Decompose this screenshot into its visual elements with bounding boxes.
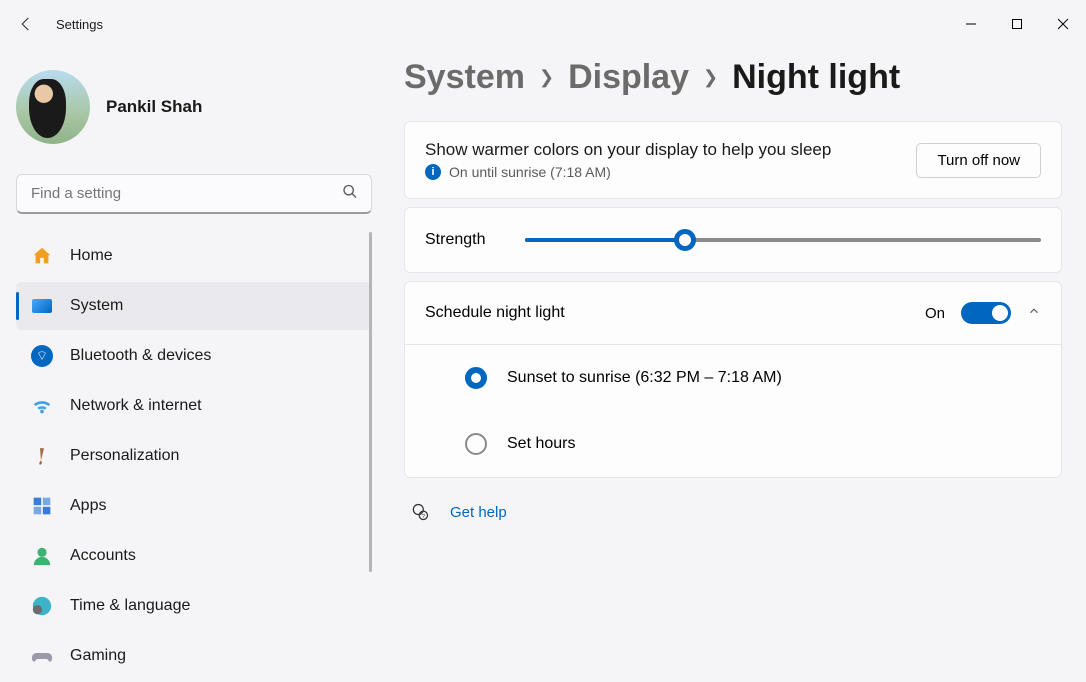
maximize-button[interactable] bbox=[994, 8, 1040, 40]
window-title: Settings bbox=[56, 17, 103, 32]
sidebar-item-apps[interactable]: Apps bbox=[16, 482, 372, 530]
sidebar-item-personalization[interactable]: Personalization bbox=[16, 432, 372, 480]
sidebar-item-label: Time & language bbox=[70, 597, 190, 615]
nav: Home System ⌔ Bluetooth & devices Networ… bbox=[16, 232, 372, 682]
radio-label: Set hours bbox=[507, 435, 575, 453]
profile-name: Pankil Shah bbox=[106, 97, 202, 117]
minimize-button[interactable] bbox=[948, 8, 994, 40]
strength-label: Strength bbox=[425, 231, 485, 249]
breadcrumb: System ❯ Display ❯ Night light bbox=[404, 58, 1062, 97]
schedule-label: Schedule night light bbox=[425, 304, 925, 322]
sidebar-item-accounts[interactable]: Accounts bbox=[16, 532, 372, 580]
back-button[interactable] bbox=[14, 12, 38, 36]
radio-icon bbox=[465, 367, 487, 389]
toggle-state-text: On bbox=[925, 305, 945, 322]
sidebar-item-gaming[interactable]: Gaming bbox=[16, 632, 372, 680]
sidebar-item-home[interactable]: Home bbox=[16, 232, 372, 280]
bluetooth-icon: ⌔ bbox=[28, 342, 56, 370]
gamepad-icon bbox=[28, 642, 56, 670]
sidebar-item-label: Network & internet bbox=[70, 397, 202, 415]
sidebar-item-label: Apps bbox=[70, 497, 106, 515]
search-box bbox=[16, 174, 372, 214]
search-icon bbox=[342, 184, 358, 205]
sidebar-item-label: Accounts bbox=[70, 547, 136, 565]
home-icon bbox=[28, 242, 56, 270]
info-title: Show warmer colors on your display to he… bbox=[425, 140, 916, 160]
apps-icon bbox=[28, 492, 56, 520]
sidebar-item-bluetooth[interactable]: ⌔ Bluetooth & devices bbox=[16, 332, 372, 380]
sidebar-item-time-language[interactable]: Time & language bbox=[16, 582, 372, 630]
search-input[interactable] bbox=[16, 174, 372, 214]
system-icon bbox=[28, 292, 56, 320]
chevron-up-icon[interactable] bbox=[1027, 304, 1041, 323]
help-row: ? Get help bbox=[404, 502, 1062, 522]
window-controls bbox=[948, 8, 1086, 40]
sidebar-item-network[interactable]: Network & internet bbox=[16, 382, 372, 430]
breadcrumb-display[interactable]: Display bbox=[568, 58, 689, 97]
strength-card: Strength bbox=[404, 207, 1062, 273]
breadcrumb-current: Night light bbox=[732, 58, 900, 97]
radio-sunset-sunrise[interactable]: Sunset to sunrise (6:32 PM – 7:18 AM) bbox=[405, 345, 1061, 411]
main-content: System ❯ Display ❯ Night light Show warm… bbox=[380, 48, 1086, 682]
info-icon: i bbox=[425, 164, 441, 180]
sidebar-item-label: Bluetooth & devices bbox=[70, 347, 211, 365]
info-card: Show warmer colors on your display to he… bbox=[404, 121, 1062, 199]
strength-slider[interactable] bbox=[525, 230, 1041, 250]
info-subtitle: On until sunrise (7:18 AM) bbox=[449, 164, 611, 180]
wifi-icon bbox=[28, 392, 56, 420]
radio-icon bbox=[465, 433, 487, 455]
sidebar-item-system[interactable]: System bbox=[16, 282, 372, 330]
profile-block[interactable]: Pankil Shah bbox=[16, 64, 372, 156]
sidebar: Pankil Shah Home System ⌔ Bluetooth & de… bbox=[0, 48, 380, 682]
chevron-right-icon: ❯ bbox=[539, 67, 554, 88]
titlebar: Settings bbox=[0, 0, 1086, 48]
radio-label: Sunset to sunrise (6:32 PM – 7:18 AM) bbox=[507, 369, 782, 387]
radio-set-hours[interactable]: Set hours bbox=[405, 411, 1061, 477]
sidebar-item-label: Home bbox=[70, 247, 113, 265]
account-icon bbox=[28, 542, 56, 570]
brush-icon bbox=[22, 436, 61, 475]
sidebar-item-label: System bbox=[70, 297, 123, 315]
sidebar-item-label: Gaming bbox=[70, 647, 126, 665]
breadcrumb-system[interactable]: System bbox=[404, 58, 525, 97]
turn-off-button[interactable]: Turn off now bbox=[916, 143, 1041, 178]
avatar bbox=[16, 70, 90, 144]
sidebar-item-label: Personalization bbox=[70, 447, 179, 465]
schedule-toggle[interactable] bbox=[961, 302, 1011, 324]
close-button[interactable] bbox=[1040, 8, 1086, 40]
get-help-link[interactable]: Get help bbox=[450, 504, 507, 521]
globe-icon bbox=[28, 592, 56, 620]
chevron-right-icon: ❯ bbox=[703, 67, 718, 88]
help-icon: ? bbox=[410, 502, 430, 522]
schedule-card: Schedule night light On Sunset to sunris… bbox=[404, 281, 1062, 478]
sidebar-scrollbar[interactable] bbox=[369, 232, 372, 572]
